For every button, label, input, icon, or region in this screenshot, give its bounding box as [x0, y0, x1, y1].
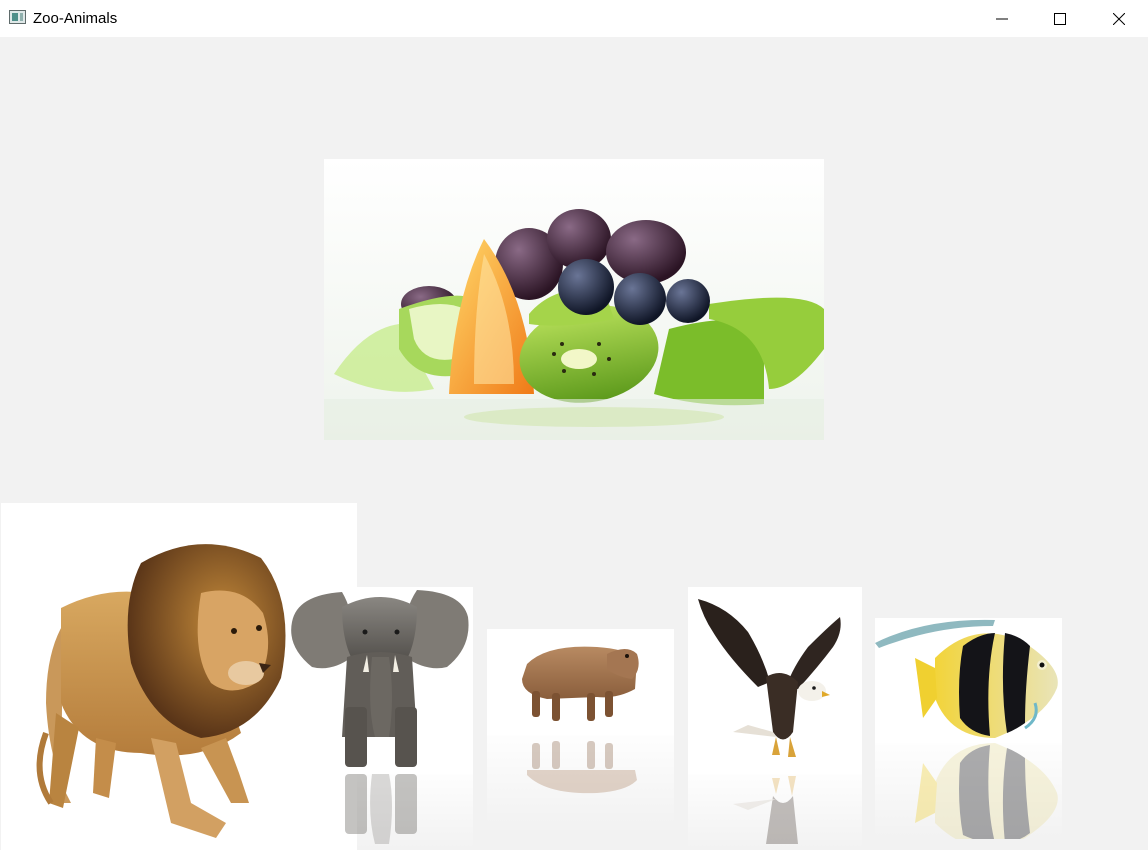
featured-image[interactable] — [324, 159, 824, 440]
close-button[interactable] — [1090, 0, 1148, 37]
maximize-button[interactable] — [1031, 0, 1089, 37]
fish-image — [875, 619, 1058, 738]
capybara-image — [522, 646, 639, 721]
gallery-item-eagle[interactable] — [688, 587, 862, 774]
eagle-image — [698, 599, 841, 757]
fish-reflection — [875, 743, 1062, 839]
gallery-item-fish[interactable] — [875, 618, 1062, 743]
fruit-salad-image — [324, 159, 824, 440]
gallery-item-capybara[interactable] — [487, 629, 674, 735]
eagle-reflection — [688, 774, 862, 850]
minimize-icon — [996, 18, 1008, 19]
gallery-item-elephant[interactable] — [287, 587, 473, 774]
minimize-button[interactable] — [973, 0, 1031, 37]
capybara-reflection — [487, 735, 674, 825]
close-icon — [1113, 12, 1125, 25]
elephant-reflection — [287, 774, 473, 850]
window-content — [0, 37, 1148, 850]
app-icon — [9, 10, 26, 24]
maximize-icon — [1054, 12, 1066, 25]
title-bar: Zoo-Animals — [0, 0, 1148, 37]
window-title: Zoo-Animals — [33, 10, 118, 27]
elephant-image — [291, 590, 469, 767]
